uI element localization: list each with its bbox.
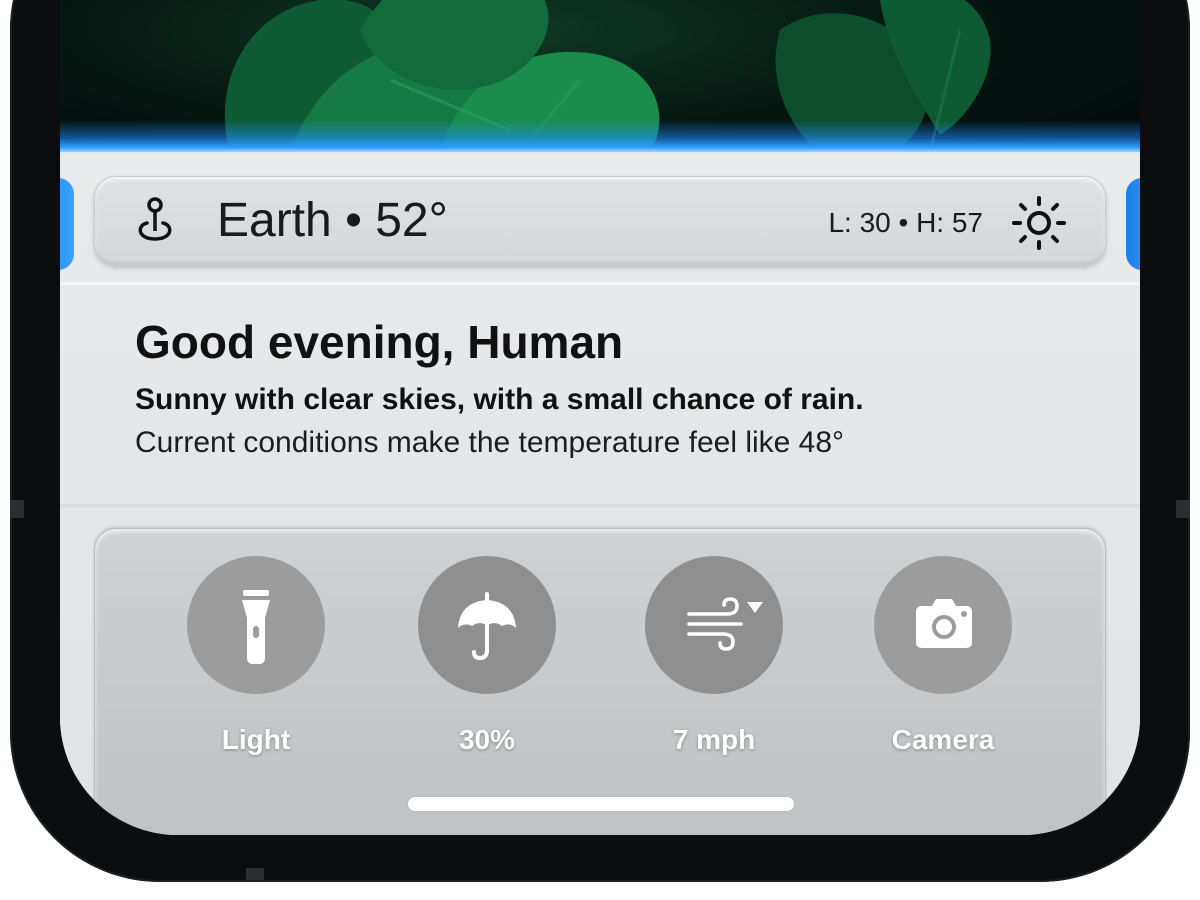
- camera-icon: [916, 599, 972, 648]
- location-pin-icon: [138, 197, 172, 241]
- frame-bottom-nub: [246, 868, 264, 880]
- home-indicator[interactable]: [408, 797, 794, 811]
- greeting-title: Good evening, Human: [135, 316, 624, 368]
- panel-divider-top: [60, 282, 1140, 285]
- rain-chance-button[interactable]: [418, 556, 556, 694]
- flashlight-label: Light: [221, 724, 291, 755]
- wind-button[interactable]: [645, 556, 783, 694]
- frame-side-button-left: [10, 500, 24, 518]
- camera-button[interactable]: [874, 556, 1012, 694]
- location-temperature: Earth • 52°: [217, 194, 448, 247]
- weather-summary: Sunny with clear skies, with a small cha…: [135, 383, 864, 416]
- wallpaper-edge-glow: [60, 120, 1140, 152]
- next-widget-peek[interactable]: [1126, 178, 1140, 270]
- weather-bar[interactable]: Earth • 52° L: 30 • H: 57: [94, 176, 1106, 266]
- flashlight-icon: [242, 590, 270, 664]
- wind-speed-label: 7 mph: [672, 724, 756, 755]
- sun-icon: [1012, 196, 1066, 250]
- umbrella-icon: [458, 592, 516, 661]
- camera-label: Camera: [891, 724, 995, 755]
- panel-divider-bottom: [60, 504, 1140, 507]
- feels-like-detail: Current conditions make the temperature …: [135, 426, 845, 459]
- phone-screen: Earth • 52° L: 30 • H: 57 Good evening, …: [60, 0, 1140, 835]
- rain-chance-label: 30%: [458, 724, 516, 755]
- flashlight-button[interactable]: [187, 556, 325, 694]
- previous-widget-peek[interactable]: [60, 178, 74, 270]
- frame-side-button-right: [1176, 500, 1190, 518]
- low-high-temperature: L: 30 • H: 57: [828, 207, 983, 238]
- wind-icon: [687, 597, 763, 651]
